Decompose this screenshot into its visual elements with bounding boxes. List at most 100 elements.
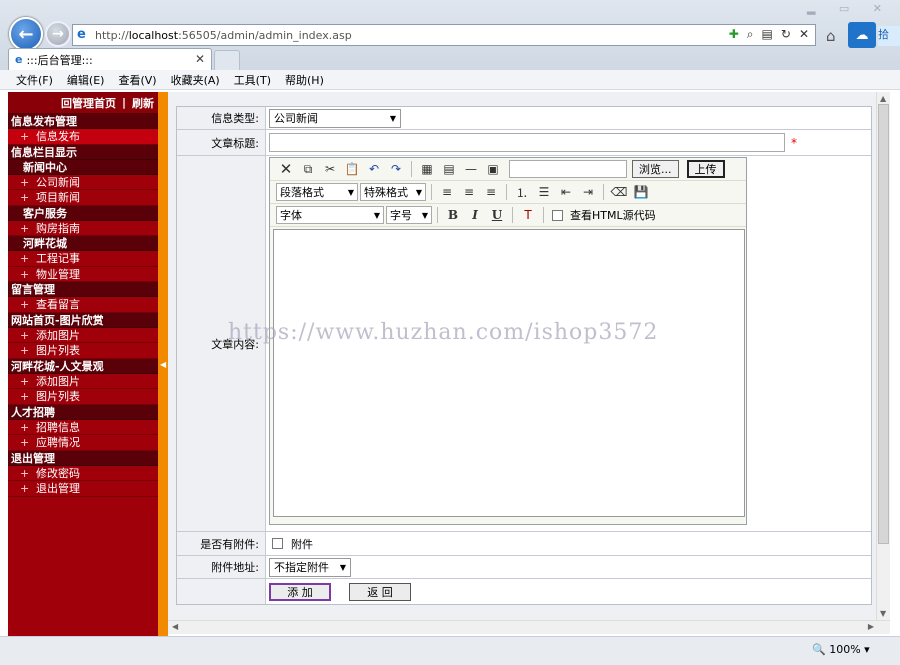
toolbar-divider <box>431 184 432 200</box>
cut-icon[interactable]: ✂ <box>320 160 340 178</box>
sidebar-item[interactable]: + 应聘情况 <box>8 435 158 451</box>
font-size-value: 字号 <box>390 209 412 222</box>
ordered-list-icon[interactable]: ⒈ <box>512 183 532 201</box>
sidebar-item[interactable]: + 购房指南 <box>8 221 158 236</box>
new-tab-button[interactable] <box>214 50 240 70</box>
sidebar-item[interactable]: + 查看留言 <box>8 297 158 313</box>
arrow-left-icon: ← <box>18 23 34 45</box>
outdent-icon[interactable]: ⇤ <box>556 183 576 201</box>
sidebar-item[interactable]: + 修改密码 <box>8 466 158 481</box>
sidebar-splitter[interactable]: ◀ <box>158 92 168 636</box>
sidebar-item-label: 项目新闻 <box>36 191 80 204</box>
compat-icon[interactable]: ▤ <box>762 27 773 42</box>
refresh-link[interactable]: 刷新 <box>132 95 154 111</box>
sidebar-section: 信息栏目显示 <box>8 144 158 160</box>
menu-item-3[interactable]: 收藏夹(A) <box>171 72 220 88</box>
refresh-icon[interactable]: ↻ <box>781 27 791 42</box>
italic-icon[interactable]: I <box>465 206 485 224</box>
title-label: 文章标题: <box>177 130 266 155</box>
sidebar-item[interactable]: + 退出管理 <box>8 481 158 497</box>
save-icon[interactable]: 💾 <box>631 183 651 201</box>
horizontal-scrollbar[interactable]: ◀ ▶ <box>168 620 890 634</box>
tab-admin[interactable]: e :::后台管理::: ✕ <box>8 48 212 70</box>
file-path-input[interactable] <box>509 160 627 178</box>
table-icon[interactable]: ▦ <box>417 160 437 178</box>
chevron-down-icon: ▼ <box>373 210 380 220</box>
sidebar-item[interactable]: + 图片列表 <box>8 389 158 405</box>
collapse-arrow-icon[interactable]: ◀ <box>160 360 166 369</box>
bold-icon[interactable]: B <box>443 206 463 224</box>
attachment-address-select[interactable]: 不指定附件 ▼ <box>269 557 351 577</box>
close-tab-icon[interactable]: ✕ <box>195 52 205 66</box>
sidebar-item[interactable]: + 公司新闻 <box>8 175 158 190</box>
info-type-select[interactable]: 公司新闻 ▼ <box>269 108 401 128</box>
url-path: :56505/admin/admin_index.asp <box>178 28 352 42</box>
font-size-select[interactable]: 字号 ▼ <box>386 206 432 224</box>
special-format-select[interactable]: 特殊格式 ▼ <box>360 183 426 201</box>
plus-icon: + <box>20 420 30 434</box>
attachment-checkbox-label: 附件 <box>291 537 313 551</box>
toolbar-divider <box>543 207 544 223</box>
text-color-icon[interactable]: T <box>518 206 538 224</box>
stop-icon[interactable]: ✕ <box>799 27 809 42</box>
sidebar-item[interactable]: + 招聘信息 <box>8 420 158 435</box>
menu-item-5[interactable]: 帮助(H) <box>285 72 324 88</box>
toolbar-divider <box>411 161 412 177</box>
menu-item-0[interactable]: 文件(F) <box>16 72 53 88</box>
sidebar-item[interactable]: + 工程记事 <box>8 251 158 267</box>
paragraph-format-value: 段落格式 <box>280 186 324 199</box>
sidebar-item[interactable]: + 添加图片 <box>8 374 158 389</box>
indent-icon[interactable]: ⇥ <box>578 183 598 201</box>
add-button[interactable]: 添 加 <box>269 582 331 601</box>
back-button[interactable]: ← <box>9 17 43 51</box>
back-form-button[interactable]: 返 回 <box>349 582 411 601</box>
vertical-scrollbar[interactable]: ▲ ▼ <box>876 92 890 620</box>
align-center-icon[interactable]: ≡ <box>459 183 479 201</box>
scroll-thumb[interactable] <box>878 104 889 544</box>
scroll-right-icon[interactable]: ▶ <box>868 622 874 631</box>
extension-label[interactable]: 拾 <box>878 26 900 46</box>
scroll-left-icon[interactable]: ◀ <box>172 622 178 631</box>
window-controls[interactable]: ▂ ▭ ✕ <box>807 2 892 15</box>
editor-content-area[interactable] <box>273 229 745 517</box>
browse-button[interactable]: 浏览... <box>632 160 679 178</box>
eraser-icon[interactable]: ⌫ <box>609 183 629 201</box>
sidebar-item[interactable]: + 项目新闻 <box>8 190 158 206</box>
paste-icon[interactable]: 📋 <box>342 160 362 178</box>
align-right-icon[interactable]: ≡ <box>481 183 501 201</box>
menu-item-4[interactable]: 工具(T) <box>234 72 271 88</box>
sidebar-item[interactable]: + 添加图片 <box>8 328 158 343</box>
scroll-down-icon[interactable]: ▼ <box>880 609 886 618</box>
home-icon[interactable]: ⌂ <box>826 27 836 45</box>
search-icon[interactable]: ⌕ <box>747 27 754 42</box>
redo-icon[interactable]: ↷ <box>386 160 406 178</box>
underline-icon[interactable]: U <box>487 206 507 224</box>
forward-button[interactable]: → <box>45 21 71 47</box>
attachment-checkbox[interactable] <box>272 538 283 549</box>
copy-icon[interactable]: ⧉ <box>298 160 318 178</box>
unordered-list-icon[interactable]: ☰ <box>534 183 554 201</box>
title-input[interactable] <box>269 133 785 152</box>
upload-button[interactable]: 上传 <box>686 160 725 178</box>
zoom-level[interactable]: 🔍 100% ▾ <box>812 643 870 656</box>
scroll-up-icon[interactable]: ▲ <box>880 94 886 103</box>
font-select[interactable]: 字体 ▼ <box>276 206 384 224</box>
view-source-checkbox[interactable] <box>552 209 563 221</box>
align-left-icon[interactable]: ≡ <box>437 183 457 201</box>
web-icon[interactable]: ▤ <box>439 160 459 178</box>
menu-item-2[interactable]: 查看(V) <box>118 72 156 88</box>
address-bar[interactable]: e http://localhost:56505/admin/admin_ind… <box>72 24 816 46</box>
image-icon[interactable]: ▣ <box>483 160 503 178</box>
cloud-icon[interactable]: ☁ <box>848 22 876 48</box>
menu-item-1[interactable]: 编辑(E) <box>67 72 105 88</box>
home-link[interactable]: 回管理首页 <box>61 95 116 111</box>
paragraph-format-select[interactable]: 段落格式 ▼ <box>276 183 358 201</box>
addon-icon[interactable]: ✚ <box>729 27 739 42</box>
plus-icon: + <box>20 130 30 143</box>
sidebar-item[interactable]: + 信息发布 <box>8 129 158 145</box>
sidebar-item[interactable]: + 物业管理 <box>8 267 158 282</box>
sidebar-item[interactable]: + 图片列表 <box>8 343 158 359</box>
undo-icon[interactable]: ↶ <box>364 160 384 178</box>
delete-icon[interactable]: ✕ <box>276 160 296 178</box>
hr-icon[interactable]: — <box>461 160 481 178</box>
